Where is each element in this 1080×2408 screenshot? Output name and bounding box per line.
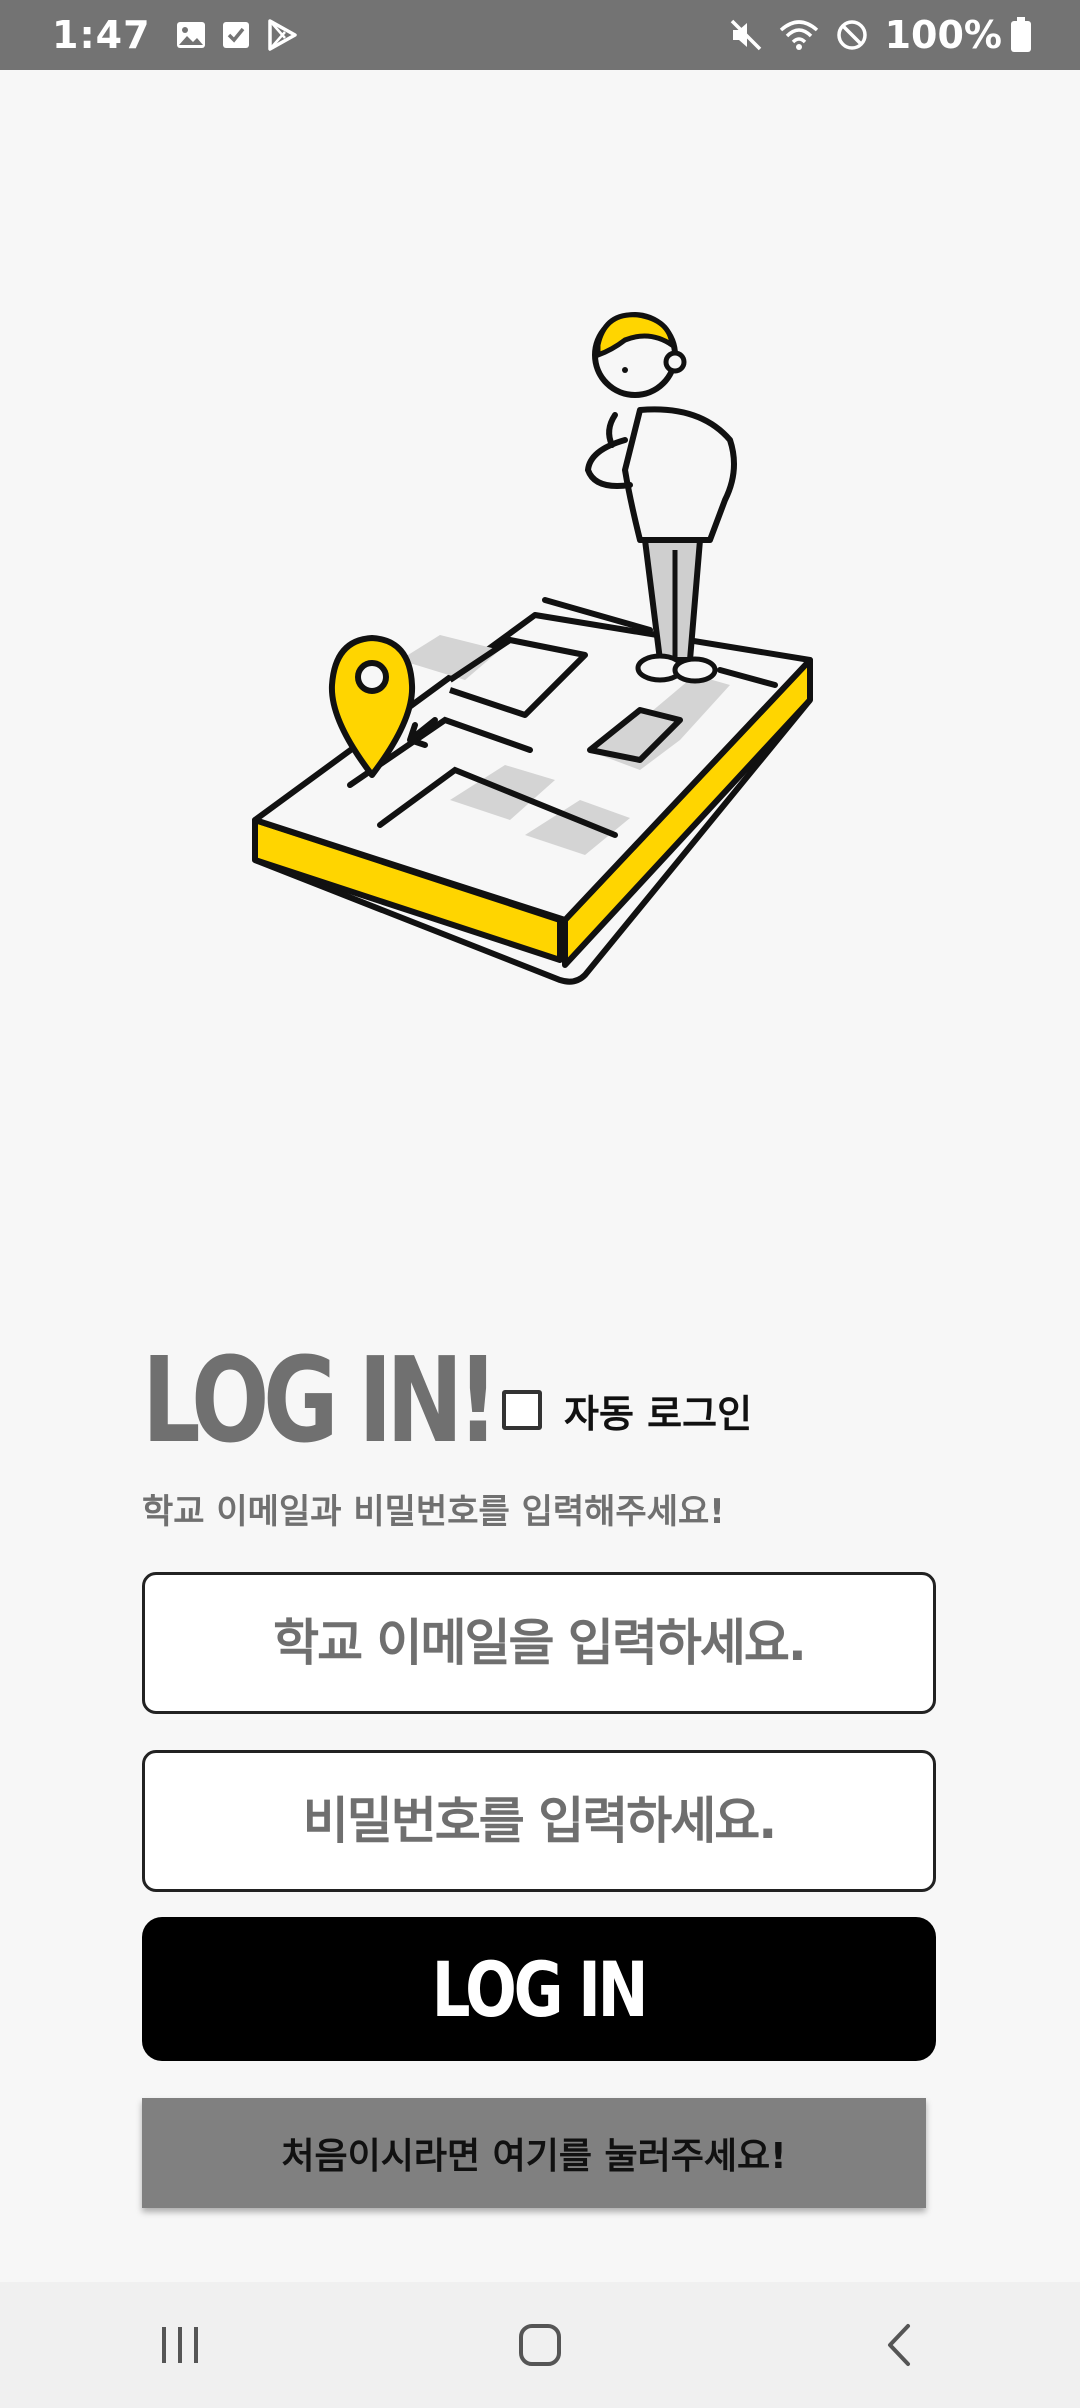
auto-login-toggle[interactable]: 자동 로그인: [502, 1383, 752, 1438]
do-not-disturb-icon: [835, 18, 869, 52]
login-subtitle: 학교 이메일과 비밀번호를 입력해주세요!: [142, 1492, 725, 1532]
status-left: 1:47: [52, 13, 313, 57]
map-person-illustration: [252, 312, 813, 985]
login-title: LOG IN!: [142, 1331, 499, 1469]
email-input[interactable]: [145, 1574, 933, 1712]
home-button[interactable]: [480, 2295, 600, 2395]
wifi-icon: [779, 18, 819, 52]
battery-icon: [1010, 17, 1032, 53]
email-field-container: [142, 1572, 936, 1714]
navigation-bar: [0, 2282, 1080, 2408]
back-button[interactable]: [840, 2295, 960, 2395]
back-icon: [888, 2324, 910, 2366]
recent-apps-button[interactable]: [120, 2295, 240, 2395]
mute-icon: [729, 18, 763, 52]
recent-apps-icon: [162, 2327, 198, 2363]
battery-level: 100%: [884, 13, 1002, 57]
image-icon: [175, 19, 207, 51]
home-icon: [519, 2324, 561, 2366]
login-button-label: LOG IN: [432, 1944, 649, 2034]
signup-button[interactable]: 처음이시라면 여기를 눌러주세요!: [142, 2098, 926, 2208]
password-field-container: [142, 1750, 936, 1892]
auto-login-checkbox[interactable]: [502, 1390, 542, 1430]
login-button[interactable]: LOG IN: [142, 1917, 936, 2061]
status-time: 1:47: [52, 13, 151, 57]
title-row: LOG IN! 자동 로그인: [142, 1340, 942, 1460]
status-bar: 1:47 100%: [0, 0, 1080, 70]
play-store-icon: [265, 18, 299, 52]
login-screen: 1:47 100% LOG IN! 자동 로그인 학교 이메일과 비밀번호를 입…: [0, 0, 1080, 2408]
status-right: 100%: [729, 13, 1032, 57]
check-icon: [221, 20, 251, 50]
auto-login-label: 자동 로그인: [564, 1391, 753, 1436]
password-input[interactable]: [145, 1752, 933, 1890]
